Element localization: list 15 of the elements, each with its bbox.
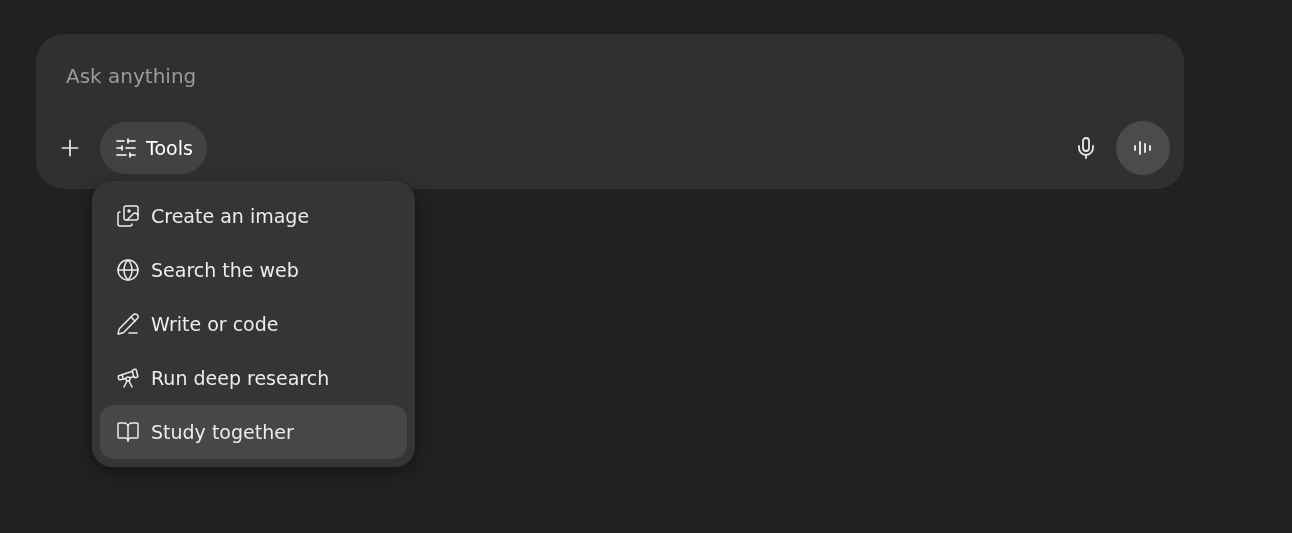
prompt-input[interactable]: Ask anything [66, 64, 666, 88]
globe-icon [116, 258, 140, 282]
tools-button[interactable]: Tools [100, 122, 207, 174]
menu-item[interactable]: Study together [100, 405, 407, 459]
waveform-icon [1132, 140, 1154, 156]
images-icon [116, 204, 140, 228]
menu-item[interactable]: Write or code [100, 297, 407, 351]
menu-item[interactable]: Run deep research [100, 351, 407, 405]
voice-button[interactable] [1116, 121, 1170, 175]
sliders-icon [114, 136, 138, 160]
menu-item[interactable]: Search the web [100, 243, 407, 297]
menu-item[interactable]: Create an image [100, 189, 407, 243]
pencil-icon [116, 312, 140, 336]
book-icon [116, 420, 140, 444]
telescope-icon [116, 366, 140, 390]
